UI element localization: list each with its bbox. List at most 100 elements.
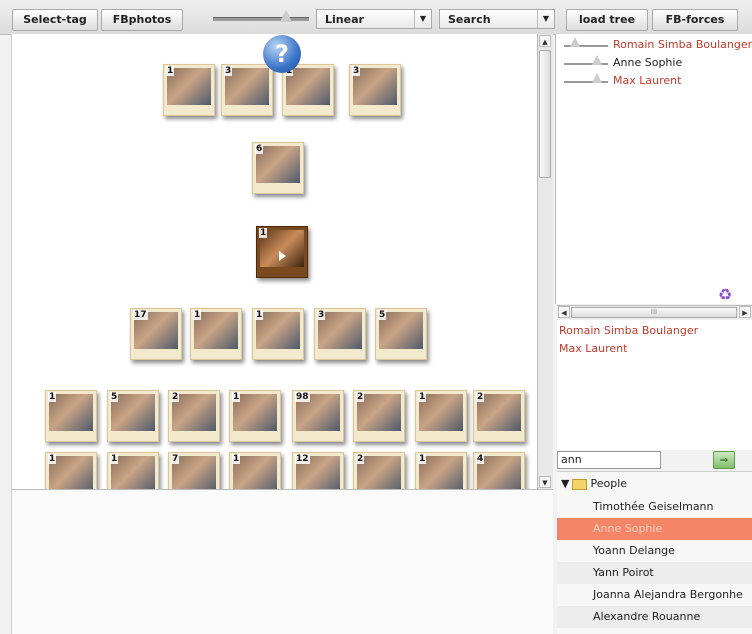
photo-cluster[interactable]: 1	[415, 390, 467, 442]
tree-person[interactable]: Joanna Alejandra Bergonhe	[557, 584, 752, 606]
tag-name: Max Laurent	[613, 74, 682, 87]
photo-cluster[interactable]: 1	[45, 390, 97, 442]
tag-weight-thumb[interactable]	[592, 73, 602, 83]
zoom-slider-thumb[interactable]	[280, 10, 292, 22]
photo-count: 1	[255, 310, 264, 320]
tree-person-selected[interactable]: Anne Sophie	[557, 518, 752, 540]
photo-count: 1	[232, 454, 241, 464]
photo-count: 2	[356, 392, 365, 402]
photo-count: 98	[295, 392, 310, 402]
tag-weights-panel: Romain Simba Boulanger Anne Sophie Max Lau…	[555, 34, 752, 304]
tag-name: Anne Sophie	[613, 56, 683, 69]
tag-weight-thumb[interactable]	[592, 55, 602, 65]
chevron-down-icon[interactable]: ▼	[537, 10, 554, 28]
select-tag-button[interactable]: Select-tag	[12, 9, 98, 31]
photo-count: 1	[193, 310, 202, 320]
photo-cluster[interactable]: 5	[375, 308, 427, 360]
photo-cluster[interactable]: 2	[168, 390, 220, 442]
photo-cluster[interactable]: 1	[163, 64, 215, 116]
bottom-pane	[11, 489, 553, 634]
people-tree: ▼ People Timothée Geiselmann Anne Sophie …	[557, 471, 752, 634]
expand-triangle-icon[interactable]: ▼	[561, 477, 569, 490]
chevron-down-icon[interactable]: ▼	[414, 10, 431, 28]
photo-cluster[interactable]: 98	[292, 390, 344, 442]
photo-cluster[interactable]: 1	[107, 452, 159, 489]
photo-cluster[interactable]: 5	[107, 390, 159, 442]
photo-cluster[interactable]: 6	[252, 142, 304, 194]
photo-cluster[interactable]: 2	[353, 390, 405, 442]
mouse-cursor-icon	[279, 251, 286, 261]
tree-person[interactable]: Yann Poirot	[557, 562, 752, 584]
selected-people-list: Romain Simba Boulanger Max Laurent	[557, 320, 752, 450]
photo-count: 3	[352, 66, 361, 76]
photo-count: 3	[317, 310, 326, 320]
fbphotos-button[interactable]: FBphotos	[101, 9, 183, 31]
scrollbar-thumb[interactable]	[539, 50, 551, 178]
layout-select[interactable]: Linear ▼	[316, 9, 432, 29]
photo-cluster[interactable]: 4	[473, 452, 525, 489]
photo-count: 2	[356, 454, 365, 464]
tag-name: Romain Simba Boulanger	[613, 38, 752, 51]
people-search-input[interactable]: ann	[557, 451, 661, 469]
photo-count: 7	[171, 454, 180, 464]
photo-count: 6	[255, 144, 264, 154]
search-go-icon[interactable]: ⇒	[713, 451, 735, 469]
tag-weight-slider[interactable]	[564, 37, 608, 47]
photo-count: 1	[418, 454, 427, 464]
photo-cluster[interactable]: 1	[190, 308, 242, 360]
selected-person[interactable]: Max Laurent	[559, 342, 627, 355]
photo-count: 3	[224, 66, 233, 76]
recycle-icon[interactable]: ♻	[716, 286, 734, 304]
scroll-down-arrow-icon[interactable]: ▼	[539, 476, 551, 488]
folder-icon	[572, 478, 588, 490]
scrollbar-thumb[interactable]: III	[571, 307, 737, 318]
tags-horizontal-scrollbar[interactable]: ◀ III ▶	[557, 305, 752, 321]
photo-cluster[interactable]: 3	[349, 64, 401, 116]
tree-person[interactable]: Alexandre Rouanne	[557, 606, 752, 628]
photo-count: 1	[418, 392, 427, 402]
tag-weight-thumb[interactable]	[570, 37, 580, 47]
help-icon[interactable]: ?	[263, 35, 301, 73]
layout-select-value: Linear	[325, 13, 364, 26]
scroll-right-arrow-icon[interactable]: ▶	[739, 306, 751, 318]
photo-cluster[interactable]: 1	[229, 390, 281, 442]
scroll-up-arrow-icon[interactable]: ▲	[539, 35, 551, 47]
scroll-left-arrow-icon[interactable]: ◀	[558, 306, 570, 318]
people-folder[interactable]: ▼ People	[561, 475, 627, 493]
photo-cluster[interactable]: 7	[168, 452, 220, 489]
photo-cluster[interactable]: 3	[221, 64, 273, 116]
photo-cluster[interactable]: 1	[45, 452, 97, 489]
fb-forces-button[interactable]: FB-forces	[652, 9, 738, 31]
photo-cluster[interactable]: 1	[282, 64, 334, 116]
photo-cluster[interactable]: 3	[314, 308, 366, 360]
photo-count: 4	[476, 454, 485, 464]
photo-cluster[interactable]: 12	[292, 452, 344, 489]
search-select-label: Search	[448, 13, 491, 26]
selected-person[interactable]: Romain Simba Boulanger	[559, 324, 698, 337]
photo-cluster[interactable]: 1	[415, 452, 467, 489]
canvas-vertical-scrollbar[interactable]: ▲ ▼	[537, 34, 553, 489]
tag-weight-row: Anne Sophie	[564, 55, 752, 71]
photo-cluster[interactable]: 2	[353, 452, 405, 489]
tree-person[interactable]: Yoann Delange	[557, 540, 752, 562]
photo-cluster[interactable]: 1	[229, 452, 281, 489]
selected-photo-cluster[interactable]: 1	[256, 226, 308, 278]
photo-count: 1	[110, 454, 119, 464]
photo-cluster[interactable]: 1	[252, 308, 304, 360]
zoom-slider-track[interactable]	[213, 17, 309, 21]
photo-cluster[interactable]: 17	[130, 308, 182, 360]
tag-weight-slider[interactable]	[564, 55, 608, 65]
load-tree-button[interactable]: load tree	[566, 9, 648, 31]
photo-count: 1	[232, 392, 241, 402]
photo-count: 5	[378, 310, 387, 320]
photo-graph-canvas[interactable]: 131361171135152198212117112214	[11, 34, 538, 489]
tree-person[interactable]: Timothée Geiselmann	[557, 496, 752, 518]
photo-count: 12	[295, 454, 310, 464]
photo-count: 1	[166, 66, 175, 76]
search-select[interactable]: Search ▼	[439, 9, 555, 29]
tag-weight-slider[interactable]	[564, 73, 608, 83]
tag-weight-row: Max Laurent	[564, 73, 752, 89]
folder-label: People	[590, 477, 628, 490]
photo-cluster[interactable]: 2	[473, 390, 525, 442]
photo-count: 1	[48, 454, 57, 464]
